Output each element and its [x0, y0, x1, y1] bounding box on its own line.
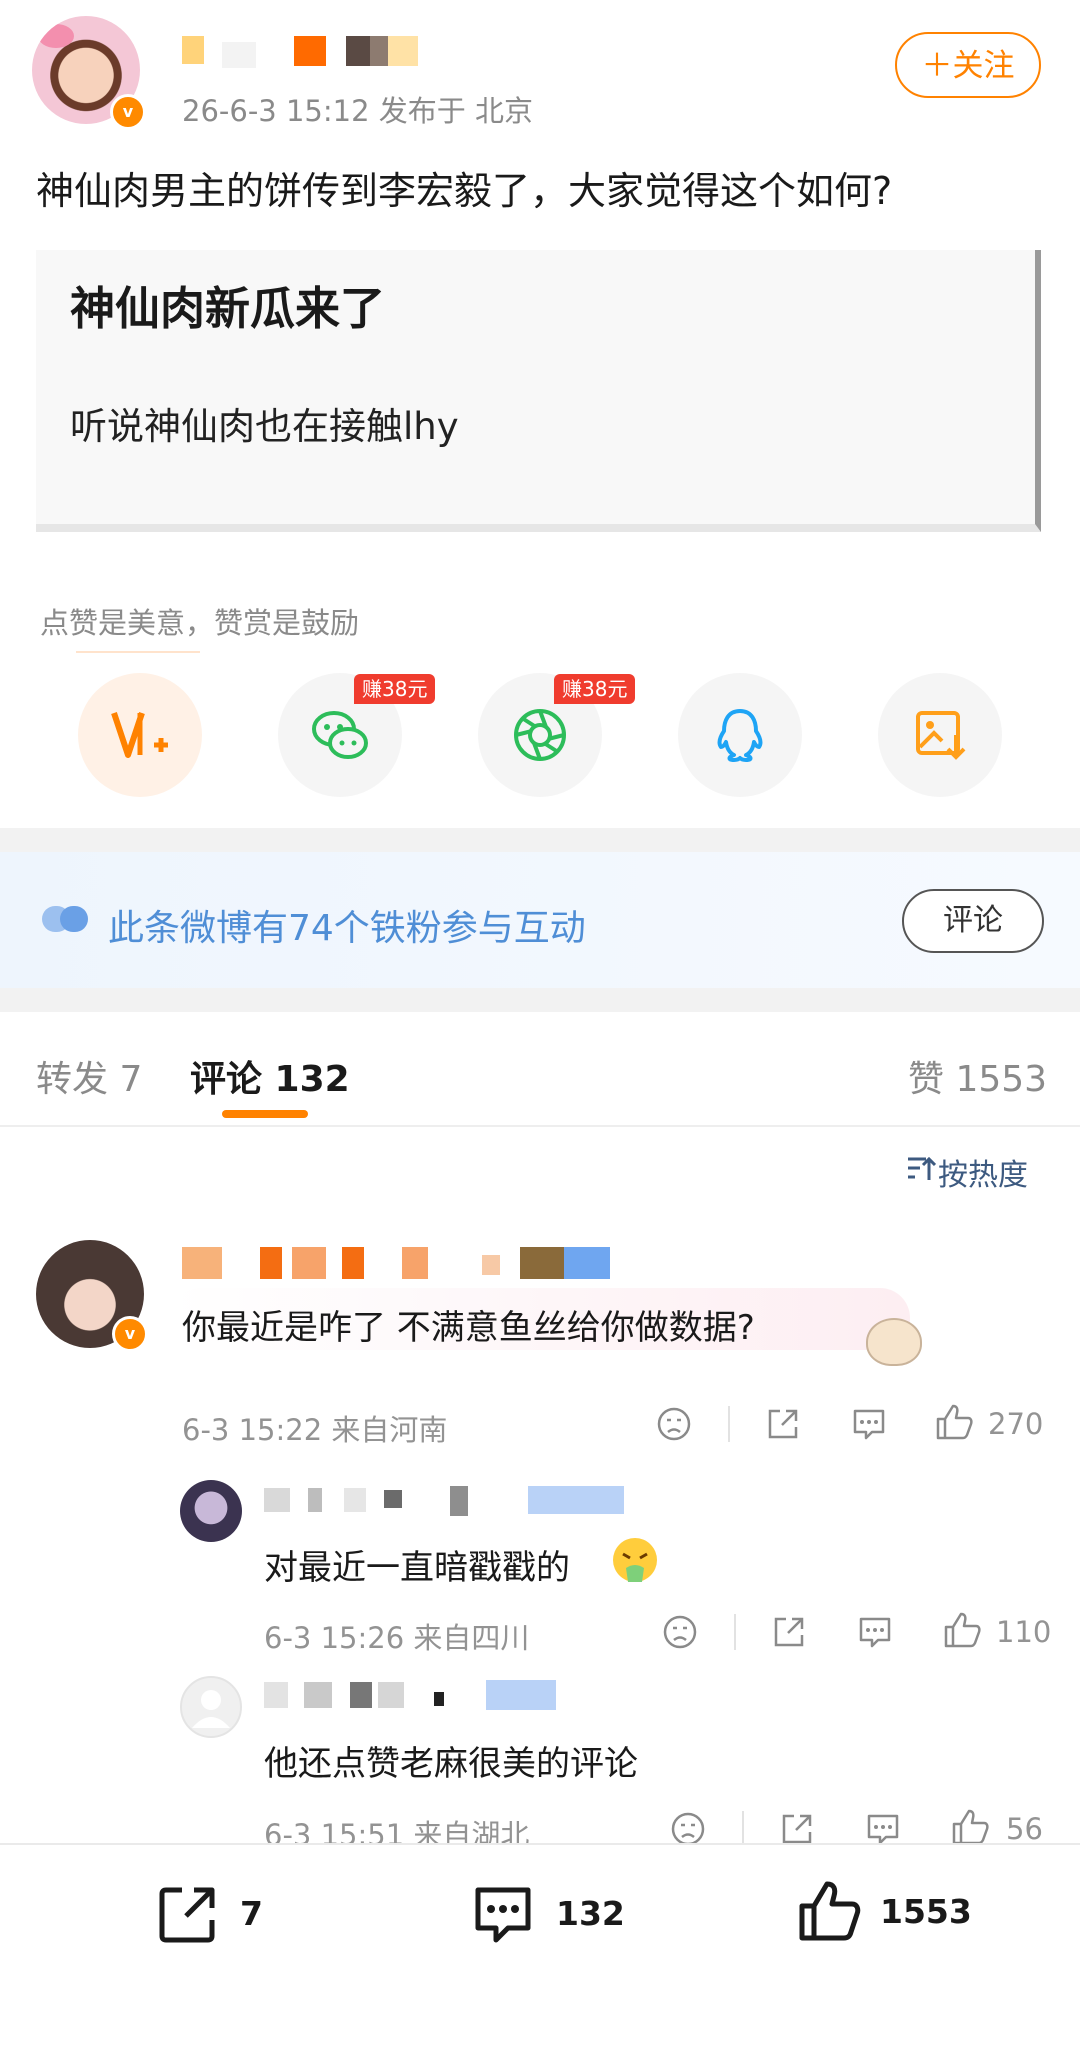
repost-icon[interactable]: [764, 1405, 802, 1443]
bottom-comment-button[interactable]: 132: [470, 1882, 670, 1946]
vomit-emoji-icon: [613, 1538, 657, 1582]
bottom-comment-count: 132: [556, 1894, 625, 1933]
section-divider: [0, 988, 1080, 1012]
section-divider: [0, 828, 1080, 852]
reply-like-count: 56: [1006, 1812, 1043, 1846]
verified-badge-icon: v: [110, 94, 146, 130]
save-image-icon: [916, 711, 966, 760]
dislike-icon[interactable]: [662, 1614, 698, 1650]
action-separator: [728, 1406, 730, 1442]
tabs-divider: [0, 1125, 1080, 1127]
dislike-icon[interactable]: [656, 1406, 692, 1442]
replier-name-obscured[interactable]: [264, 1484, 624, 1516]
active-tab-indicator: [222, 1110, 308, 1118]
post-text: 神仙肉男主的饼传到李宏毅了，大家觉得这个如何?: [36, 169, 893, 213]
replier-avatar[interactable]: [180, 1480, 242, 1542]
wechat-icon: [312, 711, 368, 759]
sort-icon: [908, 1156, 936, 1180]
commenter-name-obscured[interactable]: [182, 1245, 632, 1281]
earn-badge: 赚38元: [554, 674, 636, 704]
bottom-like-count: 1553: [880, 1892, 972, 1931]
default-avatar-icon: [192, 1690, 230, 1728]
comment-time: 6-3 15:22 来自河南: [182, 1413, 448, 1447]
avatar-bow-decoration: [38, 24, 74, 48]
tab-repost[interactable]: 转发 7: [36, 1050, 142, 1102]
comment-icon[interactable]: [850, 1405, 888, 1443]
fan-comment-button[interactable]: 评论: [902, 889, 1044, 953]
comment-like-count: 270: [988, 1407, 1044, 1441]
like-icon[interactable]: [950, 1807, 990, 1847]
moments-icon: [514, 709, 566, 761]
tab-like[interactable]: 赞 1553: [908, 1050, 1047, 1102]
sort-by-hot-button[interactable]: 按热度: [938, 1150, 1028, 1194]
author-name-obscured[interactable]: [182, 32, 442, 72]
bottom-repost-count: 7: [240, 1894, 263, 1933]
tab-comment[interactable]: 评论 132: [190, 1050, 350, 1102]
comment-icon[interactable]: [856, 1613, 894, 1651]
replier-avatar[interactable]: [180, 1676, 242, 1738]
repost-icon: [159, 1887, 215, 1943]
follow-button[interactable]: ＋关注: [895, 32, 1041, 98]
post-meta: 26-6-3 15:12 发布于 北京: [182, 94, 533, 128]
fan-interaction-icon: [42, 906, 88, 932]
fan-interaction-text: 此条微博有74个铁粉参与互动: [108, 908, 586, 949]
verified-badge-icon: v: [112, 1316, 148, 1352]
reward-button[interactable]: [78, 673, 202, 797]
like-icon: [799, 1881, 861, 1941]
bear-sticker-icon: [866, 1318, 922, 1366]
bottom-action-bar: [0, 1843, 1080, 2069]
action-separator: [734, 1614, 736, 1650]
bottom-like-button[interactable]: 1553: [796, 1878, 996, 1944]
reward-hint-underline: [76, 651, 200, 653]
qq-icon: [717, 709, 763, 762]
v-plus-icon: [111, 712, 168, 758]
save-image-button[interactable]: [878, 673, 1002, 797]
reply-text: 他还点赞老麻很美的评论: [264, 1744, 638, 1784]
reply-like-count: 110: [996, 1615, 1052, 1649]
card-body: 听说神仙肉也在接触lhy: [70, 405, 459, 448]
card-title: 神仙肉新瓜来了: [70, 282, 386, 335]
action-separator: [742, 1811, 744, 1847]
replier-name-obscured[interactable]: [264, 1678, 584, 1712]
reply-text: 对最近一直暗戳戳的: [264, 1548, 570, 1588]
share-qq-button[interactable]: [678, 673, 802, 797]
repost-icon[interactable]: [770, 1613, 808, 1651]
comment-text: 你最近是咋了 不满意鱼丝给你做数据?: [182, 1308, 755, 1348]
like-icon[interactable]: [934, 1402, 974, 1442]
reply-time: 6-3 15:26 来自四川: [264, 1621, 530, 1655]
reward-hint: 点赞是美意，赞赏是鼓励: [40, 606, 360, 640]
comment-icon: [475, 1887, 531, 1943]
bottom-repost-button[interactable]: 7: [156, 1882, 296, 1946]
earn-badge: 赚38元: [354, 674, 436, 704]
like-icon[interactable]: [942, 1610, 982, 1650]
dislike-icon[interactable]: [670, 1811, 706, 1847]
